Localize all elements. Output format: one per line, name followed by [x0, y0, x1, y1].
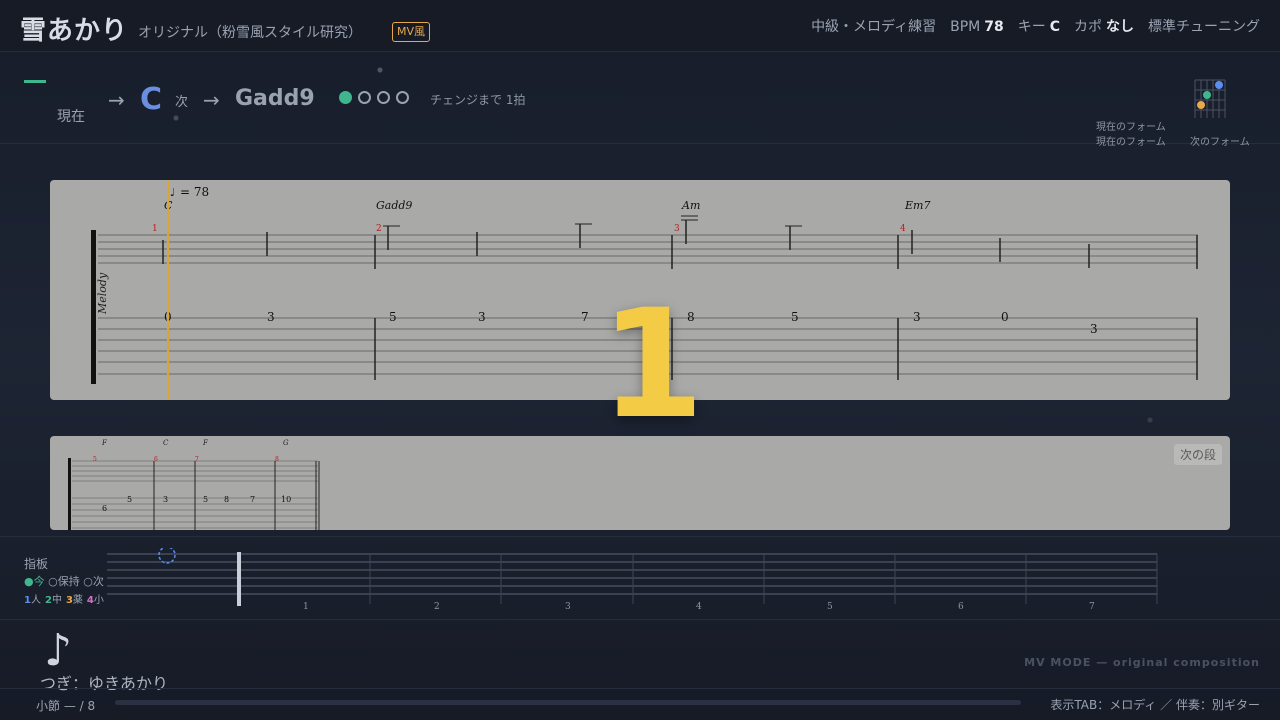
- fret-number: 4: [696, 602, 702, 612]
- chord-symbol: Em7: [904, 199, 930, 212]
- tab-fret-number: 3: [1090, 322, 1098, 336]
- beat-indicator: [339, 91, 409, 104]
- measure-number: 2: [376, 224, 382, 234]
- chord-form-diagram: [1193, 78, 1227, 120]
- form-current-label: 現在のフォーム: [1096, 137, 1166, 148]
- fret-number: 1: [303, 602, 309, 612]
- arrow-icon: →: [203, 88, 220, 112]
- finger-legend-item: 3薬: [65, 595, 83, 606]
- measure-number: 8: [275, 456, 279, 463]
- music-note-icon: ♪: [44, 625, 73, 676]
- tab-fret-number: 7: [250, 495, 255, 504]
- next-finger-marker: [158, 548, 176, 564]
- tab-fret-number: 3: [913, 310, 921, 324]
- key-info: キー C: [1017, 19, 1060, 35]
- beat-dot: [377, 91, 390, 104]
- arrow-icon: →: [108, 88, 125, 112]
- chord-symbol: F: [101, 439, 108, 447]
- legend-hold: ○保持: [48, 575, 80, 588]
- current-indicator: [24, 80, 46, 83]
- song-title: 雪あかり: [20, 16, 129, 46]
- fret-number: 5: [827, 602, 833, 612]
- mv-badge: MV風: [392, 22, 431, 42]
- key-value: C: [1049, 19, 1060, 35]
- track-label: Melody: [96, 272, 109, 315]
- current-chord: C: [140, 82, 163, 117]
- finger-dot-1: [1215, 81, 1223, 89]
- finger-legend-item: 2中: [44, 595, 62, 606]
- measure-number: 7: [195, 456, 199, 463]
- current-label: 現在: [57, 109, 85, 125]
- chord-symbol: C: [163, 439, 169, 447]
- playhead-cursor: [167, 180, 169, 400]
- beat-dot: [396, 91, 409, 104]
- tab-fret-number: 3: [478, 310, 486, 324]
- change-countdown-text: チェンジまで 1拍: [430, 93, 526, 107]
- beat-dot: [339, 91, 352, 104]
- capo-value: なし: [1106, 19, 1134, 35]
- tuning-text: 標準チューニング: [1148, 19, 1260, 35]
- chord-row: [0, 52, 1280, 144]
- tab-fret-number: 8: [224, 495, 229, 504]
- form-current-label: 現在のフォーム: [1096, 122, 1166, 133]
- finger-dot-2: [1203, 91, 1211, 99]
- chord-symbol: G: [283, 439, 289, 447]
- fret-number: 6: [958, 602, 964, 612]
- bpm-info: BPM 78: [950, 19, 1004, 35]
- measure-number: 6: [154, 456, 158, 463]
- tab-fret-number: 0: [1001, 310, 1009, 324]
- tab-sheet-next: F C F G 5 6 7 8 6 5 3 5 8 7 10: [50, 436, 1230, 530]
- level-text: 中級・メロディ練習: [811, 19, 937, 35]
- fretboard-label: 指板: [24, 557, 49, 571]
- tab-display-info: 表示TAB：メロディ ／ 伴奏：別ギター: [1050, 698, 1260, 712]
- legend-next: ○次: [83, 575, 104, 588]
- measure-number: 4: [900, 224, 906, 234]
- finger-legend-item: 1人: [24, 595, 41, 606]
- measure-counter: 小節 — / 8: [36, 699, 96, 713]
- song-meta: 中級・メロディ練習 BPM 78 キー C カポ なし 標準チューニング: [811, 16, 1260, 36]
- tab-fret-number: 3: [267, 310, 275, 324]
- tab-fret-number: 5: [127, 495, 132, 504]
- fret-number: 3: [565, 602, 571, 612]
- tab-fret-number: 5: [389, 310, 397, 324]
- ledger-ticks: [383, 215, 802, 227]
- chord-symbol: F: [202, 439, 209, 447]
- form-next-label: 次のフォーム: [1190, 137, 1250, 148]
- countdown-number: 1: [600, 278, 705, 452]
- tempo-mark: ♩: [170, 186, 175, 199]
- beat-dot: [358, 91, 371, 104]
- legend-now: ●今: [24, 575, 45, 588]
- bpm-value: 78: [984, 19, 1004, 35]
- tab-fret-number: 3: [163, 495, 168, 504]
- tab-fret-number: 5: [791, 310, 799, 324]
- next-label: 次: [175, 95, 189, 110]
- fretboard-diagram: 1 2 3 4 5 6 7: [107, 548, 1158, 612]
- next-chord: Gadd9: [235, 86, 315, 111]
- tab-fret-number: 10: [281, 495, 291, 504]
- next-line-label: 次の段: [1173, 444, 1222, 465]
- fret-number: 2: [434, 602, 440, 612]
- barlines: [374, 235, 1198, 380]
- finger-legend-item: 4小: [86, 595, 104, 606]
- measure-number: 5: [93, 456, 97, 463]
- tempo-text: = 78: [180, 185, 209, 199]
- finger-dot-3: [1197, 101, 1205, 109]
- capo-info: カポ なし: [1074, 19, 1134, 35]
- mv-mode-label: MV MODE — original composition: [1024, 656, 1260, 669]
- finger-legend: 1人 2中 3薬 4小: [24, 591, 108, 606]
- tab-fret-number: 6: [102, 504, 107, 513]
- measure-number: 1: [152, 224, 158, 234]
- tab-fret-number: 5: [203, 495, 208, 504]
- nut: [237, 552, 241, 606]
- song-subtitle: オリジナル（粉雪風スタイル研究）: [138, 25, 362, 41]
- measure-number: 3: [674, 224, 680, 234]
- fretboard-legend: ●今 ○保持 ○次: [24, 573, 104, 589]
- song-progress-bar[interactable]: [115, 700, 1021, 705]
- tab-fret-number: 7: [581, 310, 589, 324]
- fret-number: 7: [1089, 602, 1095, 612]
- chord-symbol: Am: [681, 199, 700, 212]
- note-stems: [162, 220, 1090, 268]
- chord-symbol: Gadd9: [376, 199, 412, 212]
